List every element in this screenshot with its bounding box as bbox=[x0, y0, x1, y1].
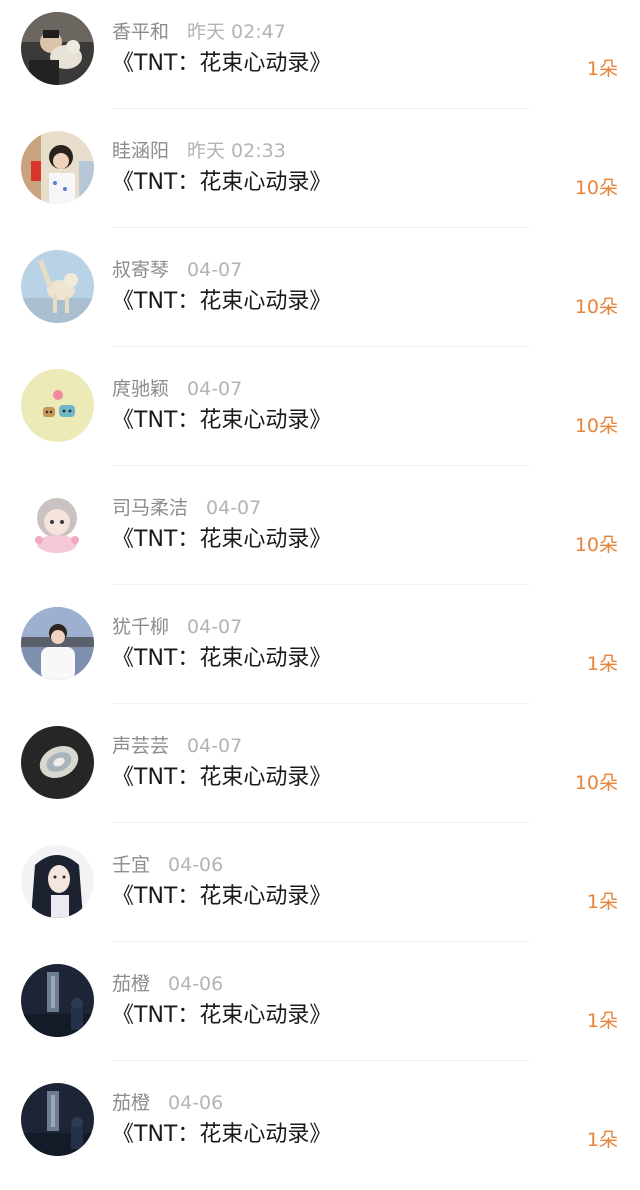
timestamp: 昨天 02:47 bbox=[187, 21, 286, 43]
row-meta: 声芸芸 04-07 bbox=[112, 732, 242, 760]
gift-title: 《TNT：花束心动录》 bbox=[112, 527, 332, 552]
row-meta: 茄橙 04-06 bbox=[112, 1089, 223, 1117]
list-item[interactable]: 眭涵阳 昨天 02:33 《TNT：花束心动录》 10朵 bbox=[0, 119, 640, 238]
divider bbox=[112, 1060, 530, 1061]
row-meta: 犹千柳 04-07 bbox=[112, 613, 242, 641]
dark-room-avatar[interactable] bbox=[21, 1083, 94, 1156]
flower-count: 1朵 bbox=[586, 1010, 618, 1032]
divider bbox=[112, 703, 530, 704]
list-item[interactable]: 叔寄琴 04-07 《TNT：花束心动录》 10朵 bbox=[0, 238, 640, 357]
dark-room-avatar[interactable] bbox=[21, 964, 94, 1037]
anime-chibi-avatar[interactable] bbox=[21, 488, 94, 561]
list-item[interactable]: 壬宜 04-06 《TNT：花束心动录》 1朵 bbox=[0, 833, 640, 952]
gift-title: 《TNT：花束心动录》 bbox=[112, 765, 332, 790]
user-name[interactable]: 眭涵阳 bbox=[112, 140, 169, 162]
user-name[interactable]: 犹千柳 bbox=[112, 616, 169, 638]
row-meta: 香平和 昨天 02:47 bbox=[112, 18, 286, 46]
gift-title: 《TNT：花束心动录》 bbox=[112, 170, 332, 195]
flower-count: 10朵 bbox=[574, 415, 618, 437]
user-name[interactable]: 司马柔洁 bbox=[112, 497, 188, 519]
list-item[interactable]: 犹千柳 04-07 《TNT：花束心动录》 1朵 bbox=[0, 595, 640, 714]
divider bbox=[112, 941, 530, 942]
timestamp: 04-07 bbox=[187, 735, 243, 757]
timestamp: 04-07 bbox=[187, 616, 243, 638]
girl-photo-avatar[interactable] bbox=[21, 131, 94, 204]
row-meta: 司马柔洁 04-07 bbox=[112, 494, 261, 522]
gift-title: 《TNT：花束心动录》 bbox=[112, 51, 332, 76]
timestamp: 04-07 bbox=[187, 259, 243, 281]
row-meta: 叔寄琴 04-07 bbox=[112, 256, 242, 284]
dog-avatar[interactable] bbox=[21, 250, 94, 323]
user-name[interactable]: 声芸芸 bbox=[112, 735, 169, 757]
cute-bowls-avatar[interactable] bbox=[21, 369, 94, 442]
gift-title: 《TNT：花束心动录》 bbox=[112, 289, 332, 314]
user-name[interactable]: 叔寄琴 bbox=[112, 259, 169, 281]
gift-title: 《TNT：花束心动录》 bbox=[112, 884, 332, 909]
list-item[interactable]: 司马柔洁 04-07 《TNT：花束心动录》 10朵 bbox=[0, 476, 640, 595]
row-meta: 庹驰颖 04-07 bbox=[112, 375, 242, 403]
anime-portrait-avatar[interactable] bbox=[21, 845, 94, 918]
gift-title: 《TNT：花束心动录》 bbox=[112, 408, 332, 433]
user-name[interactable]: 壬宜 bbox=[112, 854, 150, 876]
flower-count: 10朵 bbox=[574, 772, 618, 794]
list-item[interactable]: 庹驰颖 04-07 《TNT：花束心动录》 10朵 bbox=[0, 357, 640, 476]
list-item[interactable]: 声芸芸 04-07 《TNT：花束心动录》 10朵 bbox=[0, 714, 640, 833]
list-item[interactable]: 茄橙 04-06 《TNT：花束心动录》 1朵 bbox=[0, 952, 640, 1071]
row-meta: 眭涵阳 昨天 02:33 bbox=[112, 137, 286, 165]
timestamp: 04-07 bbox=[206, 497, 262, 519]
row-meta: 茄橙 04-06 bbox=[112, 970, 223, 998]
flower-count: 1朵 bbox=[586, 58, 618, 80]
user-name[interactable]: 茄橙 bbox=[112, 973, 150, 995]
gift-record-list: 香平和 昨天 02:47 《TNT：花束心动录》 1朵 眭涵阳 昨天 02:33 《… bbox=[0, 0, 640, 1174]
flower-count: 1朵 bbox=[586, 1129, 618, 1151]
timestamp: 04-06 bbox=[168, 1092, 224, 1114]
gift-title: 《TNT：花束心动录》 bbox=[112, 1003, 332, 1028]
list-item[interactable]: 茄橙 04-06 《TNT：花束心动录》 1朵 bbox=[0, 1071, 640, 1190]
timestamp: 04-06 bbox=[168, 854, 224, 876]
row-meta: 壬宜 04-06 bbox=[112, 851, 223, 879]
gift-title: 《TNT：花束心动录》 bbox=[112, 646, 332, 671]
shell-avatar[interactable] bbox=[21, 726, 94, 799]
divider bbox=[112, 346, 530, 347]
flower-count: 10朵 bbox=[574, 534, 618, 556]
flower-count: 10朵 bbox=[574, 177, 618, 199]
divider bbox=[112, 465, 530, 466]
flower-count: 1朵 bbox=[586, 653, 618, 675]
person-with-pet-avatar[interactable] bbox=[21, 12, 94, 85]
user-name[interactable]: 香平和 bbox=[112, 21, 169, 43]
timestamp: 昨天 02:33 bbox=[187, 140, 286, 162]
timestamp: 04-07 bbox=[187, 378, 243, 400]
list-item[interactable]: 香平和 昨天 02:47 《TNT：花束心动录》 1朵 bbox=[0, 0, 640, 119]
boy-white-shirt-avatar[interactable] bbox=[21, 607, 94, 680]
divider bbox=[112, 584, 530, 585]
divider bbox=[112, 822, 530, 823]
user-name[interactable]: 庹驰颖 bbox=[112, 378, 169, 400]
flower-count: 10朵 bbox=[574, 296, 618, 318]
divider bbox=[112, 227, 530, 228]
flower-count: 1朵 bbox=[586, 891, 618, 913]
gift-title: 《TNT：花束心动录》 bbox=[112, 1122, 332, 1147]
divider bbox=[112, 108, 530, 109]
timestamp: 04-06 bbox=[168, 973, 224, 995]
user-name[interactable]: 茄橙 bbox=[112, 1092, 150, 1114]
